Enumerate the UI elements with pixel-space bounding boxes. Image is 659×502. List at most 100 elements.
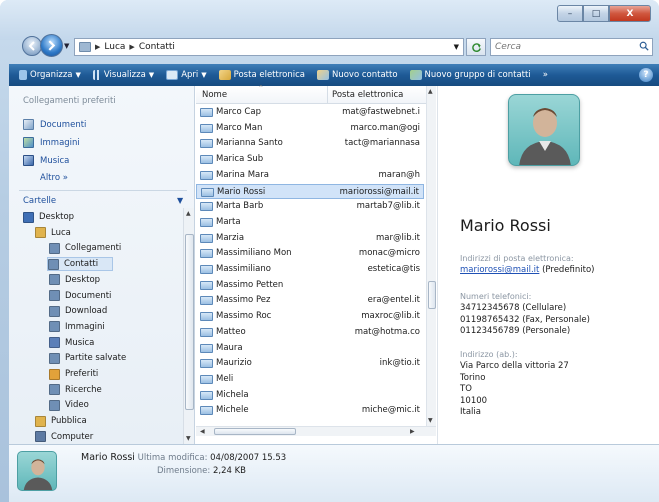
search-icon[interactable]: [639, 41, 649, 51]
contact-row[interactable]: Marina Mara maran@h: [196, 168, 424, 183]
breadcrumb-contatti[interactable]: Contatti: [139, 42, 175, 52]
tree-item-immagini[interactable]: Immagini: [49, 320, 105, 334]
tree-item-download[interactable]: Download: [49, 304, 107, 318]
help-icon[interactable]: ?: [639, 68, 653, 82]
tree-item-luca[interactable]: Luca: [35, 226, 71, 240]
list-horizontal-scrollbar[interactable]: ◀ ▶: [196, 426, 436, 436]
favorite-link-immagini[interactable]: Immagini: [23, 137, 80, 148]
scroll-thumb[interactable]: [185, 234, 194, 410]
contact-row[interactable]: Marzia mar@lib.it: [196, 231, 424, 246]
tree-item-musica[interactable]: Musica: [49, 336, 94, 350]
contact-row[interactable]: Massimo Pez era@entel.it: [196, 293, 424, 308]
address-bar[interactable]: ▶ Luca ▶ Contatti ▼: [74, 38, 464, 56]
address-dropdown-icon[interactable]: ▼: [454, 43, 459, 51]
contact-row[interactable]: Marica Sub: [196, 152, 424, 167]
contact-row[interactable]: Marianna Santo tact@mariannasa: [196, 136, 424, 151]
favorite-link-musica[interactable]: Musica: [23, 155, 69, 166]
maximize-button[interactable]: □: [583, 5, 609, 22]
chevron-down-icon[interactable]: ▼: [177, 196, 183, 205]
contact-row[interactable]: Marta: [196, 215, 424, 230]
contact-row[interactable]: Maura: [196, 341, 424, 356]
address-heading: Indirizzo (ab.):: [460, 350, 518, 359]
search-input[interactable]: [495, 42, 635, 52]
scroll-down-icon[interactable]: ▼: [186, 435, 191, 442]
scroll-right-icon[interactable]: ▶: [410, 428, 415, 435]
contact-row[interactable]: Massimo Roc maxroc@lib.it: [196, 309, 424, 324]
contact-email-cell: tact@mariannasa: [328, 138, 420, 148]
column-header-email[interactable]: Posta elettronica: [332, 90, 403, 100]
tree-item-desktop[interactable]: Desktop: [49, 273, 100, 287]
breadcrumb-separator-icon[interactable]: ▶: [95, 43, 100, 51]
views-icon: [92, 70, 101, 80]
tree-item-contatti[interactable]: Contatti: [47, 257, 114, 272]
more-commands-button[interactable]: »: [539, 70, 552, 80]
folder-tree-scrollbar[interactable]: ▲ ▼: [183, 208, 194, 444]
back-button[interactable]: [22, 36, 42, 56]
refresh-icon: [471, 42, 481, 52]
more-links-button[interactable]: Altro »: [40, 173, 68, 183]
tree-item-label: Preferiti: [65, 369, 99, 379]
caption-buttons: – □ X: [557, 5, 651, 22]
tree-item-documenti[interactable]: Documenti: [49, 289, 111, 303]
tree-item-preferiti[interactable]: Preferiti: [49, 367, 98, 381]
views-button[interactable]: Visualizza ▼: [89, 70, 158, 80]
contact-row[interactable]: Maurizio ink@tio.it: [196, 356, 424, 371]
breadcrumb-luca[interactable]: Luca: [104, 42, 125, 52]
contact-name-cell: Matteo: [216, 326, 246, 337]
contact-row[interactable]: Massimiliano estetica@tis: [196, 262, 424, 277]
column-divider[interactable]: [327, 86, 328, 104]
refresh-button[interactable]: [466, 38, 486, 56]
folder-icon: [35, 415, 46, 427]
recent-pages-dropdown[interactable]: ▼: [64, 42, 69, 50]
contact-email-text: mat@hotma.co: [354, 326, 420, 337]
scroll-thumb[interactable]: [428, 281, 436, 309]
contact-card-icon: [200, 217, 213, 227]
breadcrumb-separator-icon[interactable]: ▶: [129, 43, 134, 51]
contact-card-icon: [200, 390, 213, 400]
tree-item-computer[interactable]: Computer: [35, 430, 93, 444]
new-contact-button[interactable]: Nuovo contatto: [313, 70, 402, 80]
scroll-thumb[interactable]: [214, 428, 296, 435]
contact-card-icon: [201, 187, 214, 197]
folders-heading[interactable]: Cartelle: [23, 196, 56, 206]
column-header-nome[interactable]: Nome: [202, 90, 227, 100]
tree-item-pubblica[interactable]: Pubblica: [35, 414, 87, 428]
tree-item-collegamenti[interactable]: Collegamenti: [49, 241, 121, 255]
new-group-button[interactable]: Nuovo gruppo di contatti: [406, 70, 535, 80]
contact-row[interactable]: Marta Barb martab7@lib.it: [196, 199, 424, 214]
contact-email-cell: miche@mic.it: [328, 405, 420, 415]
tree-item-desktop[interactable]: Desktop: [23, 210, 74, 224]
contact-name-cell: Marco Man: [216, 122, 263, 133]
new-group-label: Nuovo gruppo di contatti: [424, 70, 531, 80]
organize-button[interactable]: Organizza ▼: [15, 70, 85, 80]
contact-row[interactable]: Meli: [196, 372, 424, 387]
scroll-up-icon[interactable]: ▲: [428, 88, 433, 95]
contact-row[interactable]: Matteo mat@hotma.co: [196, 325, 424, 340]
scroll-left-icon[interactable]: ◀: [200, 428, 205, 435]
email-link[interactable]: mariorossi@mail.it: [460, 265, 539, 275]
contact-row[interactable]: Massimo Petten: [196, 278, 424, 293]
favorite-link-documenti[interactable]: Documenti: [23, 119, 86, 130]
email-button[interactable]: Posta elettronica: [215, 70, 309, 80]
contact-email-cell: ink@tio.it: [328, 358, 420, 368]
contact-row[interactable]: Marco Cap mat@fastwebnet.i: [196, 105, 424, 120]
contact-row[interactable]: Massimiliano Mon monac@micro: [196, 246, 424, 261]
forward-button[interactable]: [40, 34, 63, 57]
contact-email-cell: marco.man@ogi: [328, 123, 420, 133]
search-box[interactable]: [490, 38, 653, 56]
contact-row[interactable]: Marco Man marco.man@ogi: [196, 121, 424, 136]
scroll-down-icon[interactable]: ▼: [428, 417, 433, 424]
contact-row[interactable]: Michela: [196, 388, 424, 403]
list-vertical-scrollbar[interactable]: ▲ ▼: [426, 86, 436, 426]
tree-item-partite-salvate[interactable]: Partite salvate: [49, 351, 126, 365]
scroll-up-icon[interactable]: ▲: [186, 210, 191, 217]
folder-icon: [49, 352, 60, 364]
contact-row[interactable]: Michele miche@mic.it: [196, 403, 424, 418]
contact-email-text: mar@lib.it: [376, 232, 420, 243]
close-button[interactable]: X: [609, 5, 651, 22]
contact-row[interactable]: Mario Rossi mariorossi@mail.it: [196, 183, 424, 199]
open-button[interactable]: Apri ▼: [162, 70, 210, 80]
tree-item-ricerche[interactable]: Ricerche: [49, 383, 102, 397]
tree-item-video[interactable]: Video: [49, 398, 89, 412]
minimize-button[interactable]: –: [557, 5, 583, 22]
